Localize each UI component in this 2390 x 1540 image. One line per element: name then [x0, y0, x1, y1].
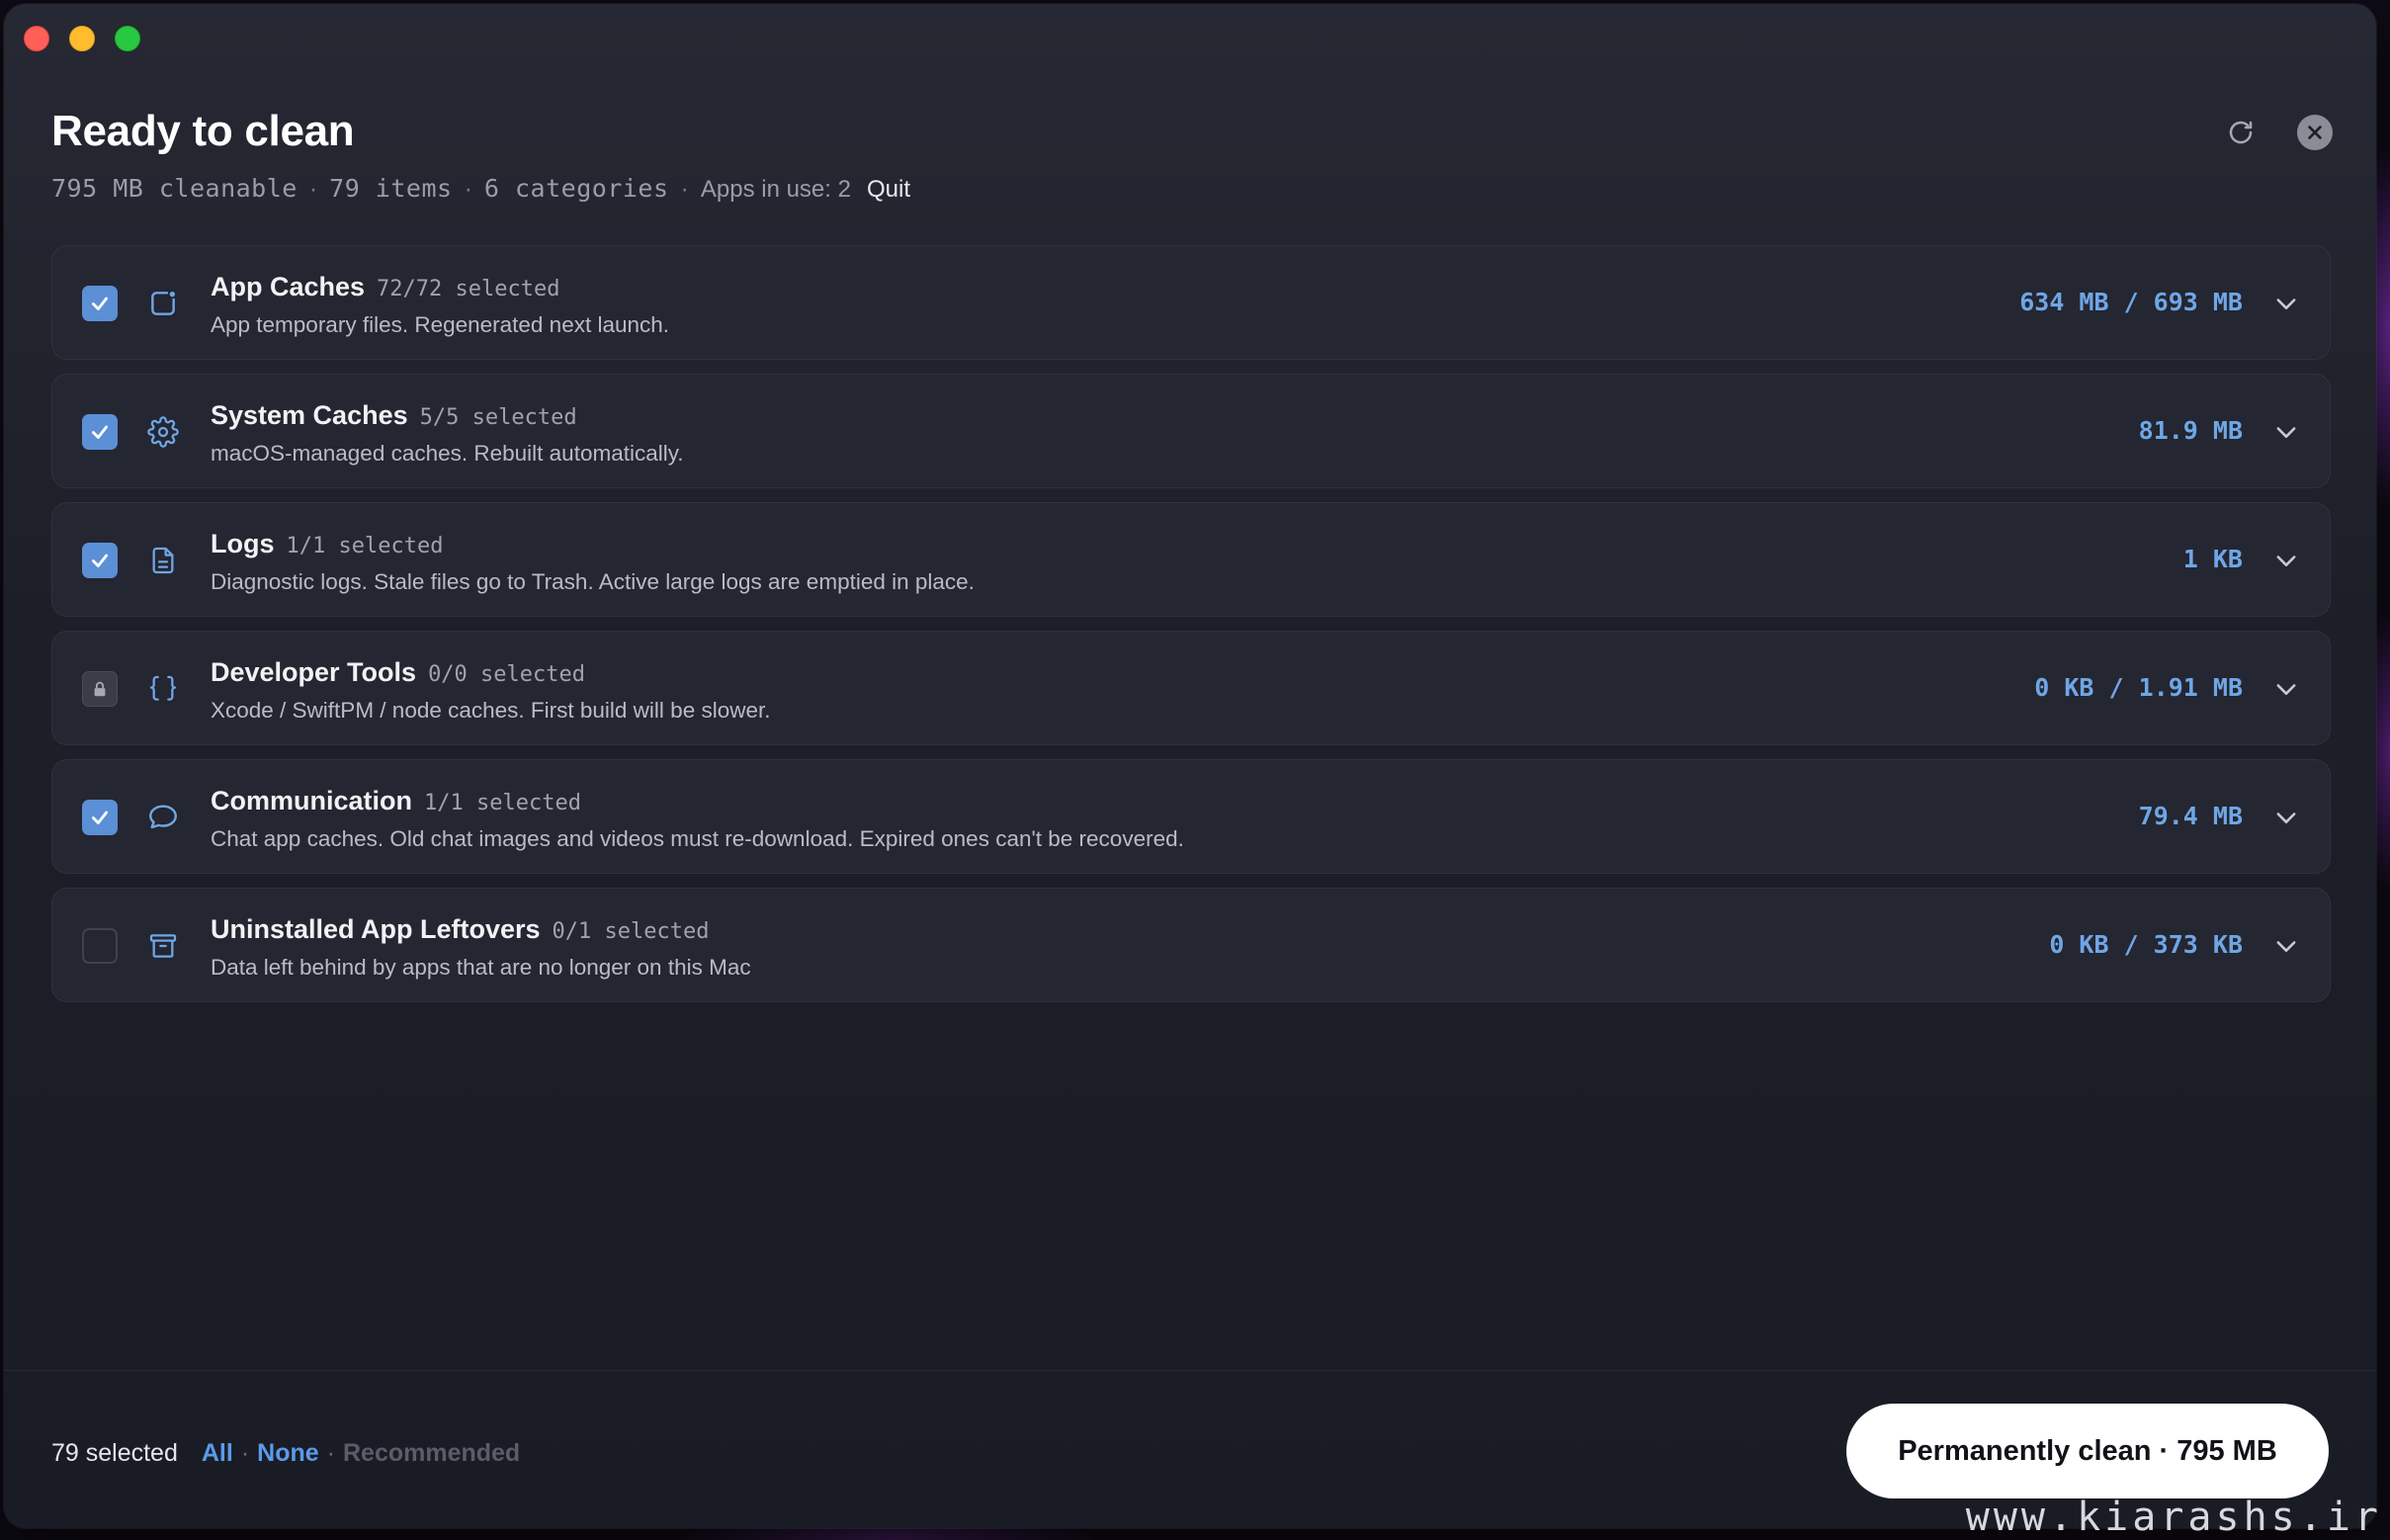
category-name: Logs — [211, 529, 275, 558]
category-text: Developer Tools 0/0 selected Xcode / Swi… — [211, 657, 771, 724]
refresh-button[interactable] — [2224, 116, 2258, 149]
footer-divider — [4, 1370, 2376, 1371]
top-actions — [2224, 115, 2333, 150]
close-window-button[interactable] — [24, 26, 49, 51]
category-checkbox[interactable] — [82, 928, 118, 964]
separator: · — [464, 175, 472, 203]
permanently-clean-button[interactable]: Permanently clean · 795 MB — [1846, 1404, 2329, 1498]
category-description: Diagnostic logs. Stale files go to Trash… — [211, 569, 975, 594]
chat-bubble-icon — [145, 800, 181, 835]
category-size: 81.9 MB — [2138, 416, 2243, 445]
category-name: Communication — [211, 786, 413, 815]
category-size: 79.4 MB — [2138, 802, 2243, 830]
select-all-link[interactable]: All — [202, 1439, 233, 1468]
category-checkbox[interactable] — [82, 800, 118, 835]
zoom-window-button[interactable] — [115, 26, 140, 51]
category-selection-count: 5/5 selected — [419, 405, 577, 430]
chevron-down-icon[interactable] — [2272, 547, 2300, 574]
select-none-link[interactable]: None — [257, 1439, 319, 1468]
app-window-icon — [145, 286, 181, 321]
summary-line: 795 MB cleanable · 79 items · 6 categori… — [51, 174, 910, 204]
checkmark-icon — [91, 811, 109, 824]
category-text: App Caches 72/72 selected App temporary … — [211, 272, 669, 338]
gear-icon — [145, 414, 181, 450]
category-description: App temporary files. Regenerated next la… — [211, 312, 670, 337]
category-selection-count: 0/1 selected — [552, 919, 710, 944]
category-name: System Caches — [211, 400, 408, 430]
category-selection-count: 1/1 selected — [424, 791, 581, 815]
separator: · — [240, 1439, 250, 1467]
category-count: 6 categories — [483, 174, 669, 203]
quit-apps-button[interactable]: Quit — [867, 176, 910, 204]
window-controls — [24, 26, 140, 51]
separator: · — [308, 175, 318, 203]
refresh-icon — [2229, 121, 2253, 144]
category-checkbox[interactable] — [82, 543, 118, 578]
chevron-down-icon[interactable] — [2272, 675, 2300, 703]
category-description: Xcode / SwiftPM / node caches. First bui… — [211, 698, 771, 723]
item-count: 79 items — [329, 174, 453, 203]
separator: · — [680, 175, 689, 203]
category-row-system-caches[interactable]: System Caches 5/5 selected macOS-managed… — [51, 374, 2331, 488]
category-checkbox-locked — [82, 671, 118, 707]
selected-count: 79 selected — [51, 1439, 178, 1467]
category-text: Communication 1/1 selected Chat app cach… — [211, 786, 1184, 852]
selection-controls: 79 selected All · None · Recommended — [51, 1439, 520, 1468]
category-description: macOS-managed caches. Rebuilt automatica… — [211, 441, 684, 466]
archive-box-icon — [145, 928, 181, 964]
checkmark-icon — [91, 297, 109, 310]
chevron-down-icon[interactable] — [2272, 418, 2300, 446]
checkmark-icon — [91, 425, 109, 439]
category-checkbox[interactable] — [82, 286, 118, 321]
category-selection-count: 0/0 selected — [428, 662, 586, 687]
category-checkbox[interactable] — [82, 414, 118, 450]
category-size: 0 KB / 1.91 MB — [2034, 673, 2243, 702]
category-row-uninstalled-leftovers[interactable]: Uninstalled App Leftovers 0/1 selected D… — [51, 888, 2331, 1002]
watermark-text: www.kiarashs.ir — [1965, 1495, 2382, 1540]
app-window: Ready to clean 795 MB cleanable · 79 ite… — [4, 4, 2376, 1528]
category-size: 1 KB — [2182, 545, 2243, 573]
page-title: Ready to clean — [51, 107, 355, 155]
category-size: 0 KB / 373 KB — [2049, 930, 2243, 959]
category-size: 634 MB / 693 MB — [2019, 288, 2243, 316]
minimize-window-button[interactable] — [69, 26, 95, 51]
category-name: App Caches — [211, 272, 366, 301]
separator: · — [326, 1439, 335, 1467]
chevron-down-icon[interactable] — [2272, 932, 2300, 960]
cleanable-size: 795 MB cleanable — [51, 174, 298, 203]
lock-icon — [94, 681, 106, 697]
category-list: App Caches 72/72 selected App temporary … — [51, 245, 2331, 1016]
category-selection-count: 72/72 selected — [377, 277, 560, 301]
chevron-down-icon[interactable] — [2272, 290, 2300, 317]
category-name: Developer Tools — [211, 657, 417, 687]
category-row-developer-tools[interactable]: Developer Tools 0/0 selected Xcode / Swi… — [51, 631, 2331, 745]
close-button[interactable] — [2297, 115, 2333, 150]
category-row-logs[interactable]: Logs 1/1 selected Diagnostic logs. Stale… — [51, 502, 2331, 617]
checkmark-icon — [91, 554, 109, 567]
select-recommended-link[interactable]: Recommended — [343, 1439, 520, 1468]
category-row-app-caches[interactable]: App Caches 72/72 selected App temporary … — [51, 245, 2331, 360]
chevron-down-icon[interactable] — [2272, 804, 2300, 831]
category-text: Logs 1/1 selected Diagnostic logs. Stale… — [211, 529, 975, 595]
category-selection-count: 1/1 selected — [286, 534, 444, 558]
curly-braces-icon — [145, 671, 181, 707]
category-name: Uninstalled App Leftovers — [211, 914, 541, 944]
category-text: Uninstalled App Leftovers 0/1 selected D… — [211, 914, 751, 981]
category-row-communication[interactable]: Communication 1/1 selected Chat app cach… — [51, 759, 2331, 874]
category-description: Data left behind by apps that are no lon… — [211, 955, 751, 980]
document-icon — [145, 543, 181, 578]
category-description: Chat app caches. Old chat images and vid… — [211, 826, 1184, 851]
category-text: System Caches 5/5 selected macOS-managed… — [211, 400, 684, 467]
close-icon — [2308, 126, 2322, 139]
apps-in-use: Apps in use: 2 — [700, 176, 851, 203]
